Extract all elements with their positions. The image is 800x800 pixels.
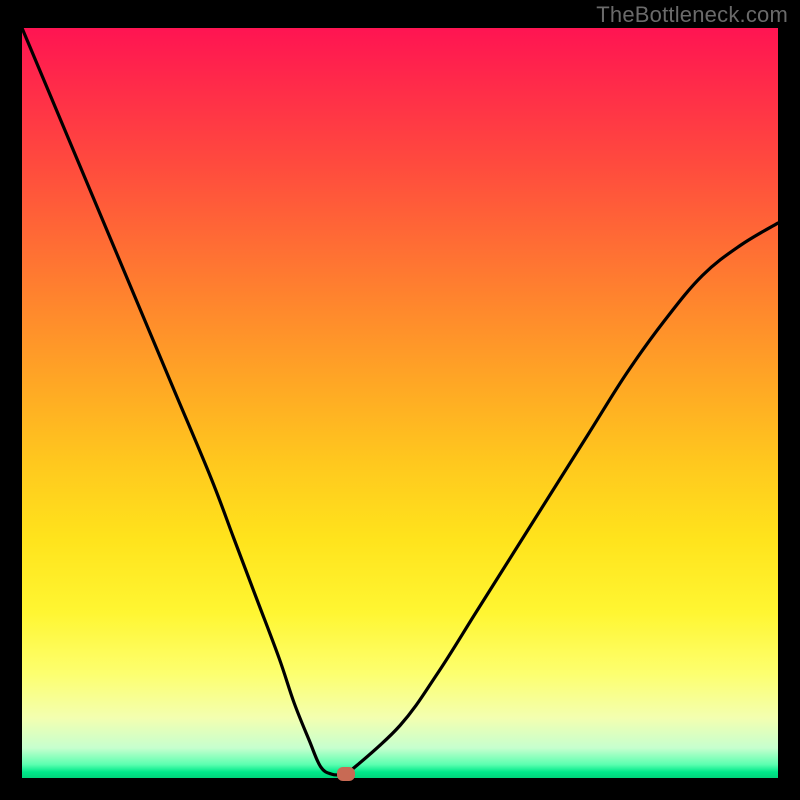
chart-plot-area — [22, 28, 778, 778]
chart-min-marker — [337, 767, 355, 781]
chart-curve-svg — [22, 28, 778, 778]
bottleneck-curve-path — [22, 28, 778, 775]
watermark-text: TheBottleneck.com — [596, 2, 788, 28]
